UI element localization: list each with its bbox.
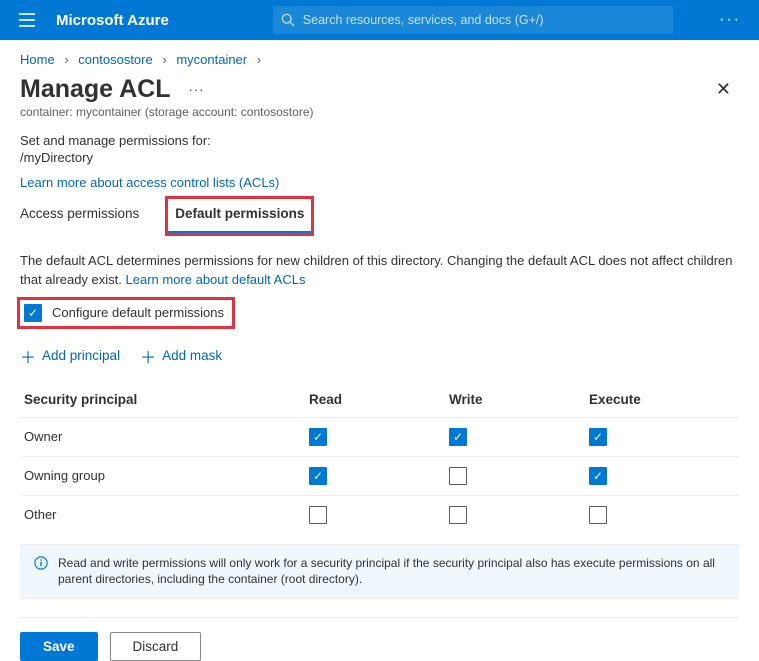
tabs: Access permissions Default permissions <box>20 198 739 234</box>
tab-default-permissions[interactable]: Default permissions <box>167 198 312 234</box>
write-checkbox[interactable] <box>449 428 467 446</box>
col-execute: Execute <box>589 392 729 407</box>
default-description: The default ACL determines permissions f… <box>20 252 739 290</box>
breadcrumb-container[interactable]: mycontainer <box>176 52 247 67</box>
add-actions: ＋ Add principal ＋ Add mask <box>20 344 739 368</box>
breadcrumb: Home › contosostore › mycontainer › <box>0 40 759 73</box>
add-principal-label: Add principal <box>42 348 120 363</box>
title-row: Manage ACL ··· ✕ <box>0 73 759 104</box>
execute-checkbox[interactable] <box>589 428 607 446</box>
read-checkbox[interactable] <box>309 506 327 524</box>
learn-default-acls-link[interactable]: Learn more about default ACLs <box>126 272 306 287</box>
chevron-right-icon: › <box>58 52 74 67</box>
page-title: Manage ACL <box>20 75 170 104</box>
breadcrumb-home[interactable]: Home <box>20 52 55 67</box>
learn-acls-link[interactable]: Learn more about access control lists (A… <box>20 175 279 190</box>
permissions-for-label: Set and manage permissions for: <box>20 133 739 148</box>
add-mask-button[interactable]: ＋ Add mask <box>140 344 222 368</box>
execute-checkbox[interactable] <box>589 467 607 485</box>
brand-label: Microsoft Azure <box>48 12 183 29</box>
info-icon <box>34 556 48 589</box>
write-checkbox[interactable] <box>449 467 467 485</box>
add-principal-button[interactable]: ＋ Add principal <box>20 344 120 368</box>
close-icon[interactable]: ✕ <box>708 76 739 103</box>
principal-name: Owner <box>24 429 309 444</box>
save-button[interactable]: Save <box>20 632 98 661</box>
col-write: Write <box>449 392 589 407</box>
principal-name: Owning group <box>24 468 309 483</box>
more-actions-icon[interactable]: ··· <box>188 82 204 97</box>
add-mask-label: Add mask <box>162 348 222 363</box>
action-buttons: Save Discard <box>20 618 739 661</box>
info-box: Read and write permissions will only wor… <box>20 544 739 600</box>
hamburger-menu-icon[interactable] <box>6 0 48 40</box>
search-input[interactable]: Search resources, services, and docs (G+… <box>273 6 673 34</box>
permissions-path: /myDirectory <box>20 150 739 165</box>
configure-default-label: Configure default permissions <box>52 305 224 320</box>
execute-checkbox[interactable] <box>589 506 607 524</box>
plus-icon: ＋ <box>140 344 156 368</box>
table-header: Security principal Read Write Execute <box>20 382 739 417</box>
configure-default-permissions-checkbox[interactable]: ✓ Configure default permissions <box>20 300 232 326</box>
checkbox-checked-icon: ✓ <box>24 304 42 322</box>
plus-icon: ＋ <box>20 344 36 368</box>
write-checkbox[interactable] <box>449 506 467 524</box>
table-row: Owner <box>20 417 739 456</box>
search-placeholder: Search resources, services, and docs (G+… <box>303 13 544 27</box>
chevron-right-icon: › <box>251 52 267 67</box>
page-subtitle: container: mycontainer (storage account:… <box>0 104 759 133</box>
read-checkbox[interactable] <box>309 428 327 446</box>
table-row: Other <box>20 495 739 534</box>
top-header: Microsoft Azure Search resources, servic… <box>0 0 759 40</box>
search-icon <box>281 13 295 27</box>
table-row: Owning group <box>20 456 739 495</box>
chevron-right-icon: › <box>156 52 172 67</box>
col-read: Read <box>309 392 449 407</box>
breadcrumb-storage[interactable]: contosostore <box>78 52 152 67</box>
permissions-table: Security principal Read Write Execute Ow… <box>20 382 739 534</box>
col-security-principal: Security principal <box>24 392 309 407</box>
discard-button[interactable]: Discard <box>110 632 202 661</box>
principal-name: Other <box>24 507 309 522</box>
read-checkbox[interactable] <box>309 467 327 485</box>
info-text: Read and write permissions will only wor… <box>58 555 727 589</box>
tab-access-permissions[interactable]: Access permissions <box>20 198 151 234</box>
more-icon[interactable]: ··· <box>707 11 753 29</box>
